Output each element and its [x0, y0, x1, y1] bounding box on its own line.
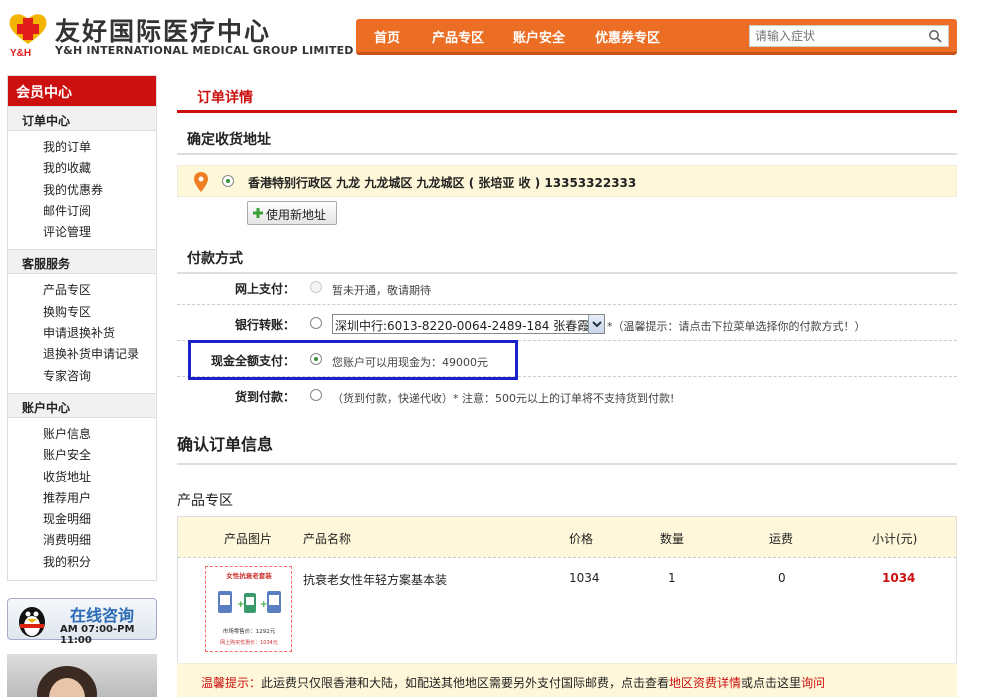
payment-label-online: 网上支付： — [234, 282, 295, 296]
nav-item-coupons[interactable]: 优惠券专区 — [595, 27, 660, 46]
col-header-shipping: 运费 — [769, 532, 794, 546]
product-shipping: 0 — [778, 571, 786, 585]
sidebar-item-shipping-address[interactable]: 收货地址 — [43, 467, 156, 488]
shipping-notice: 温馨提示：此运费只仅限香港和大陆，如配送其他地区需要另外支付国际邮费，点击查看地… — [177, 663, 957, 697]
page-title-bar: 订单详情 — [177, 75, 957, 113]
person-photo-icon — [37, 666, 97, 697]
payment-option-online: 网上支付： 暂未开通，敬请期待 — [177, 270, 957, 305]
payment-radio-cod[interactable] — [310, 389, 322, 401]
sidebar-item-account-info[interactable]: 账户信息 — [43, 424, 156, 445]
sidebar-item-my-orders[interactable]: 我的订单 — [43, 137, 156, 158]
payment-text-online: 暂未开通，敬请期待 — [332, 284, 431, 297]
customer-service-photo — [7, 654, 157, 697]
products-heading: 产品专区 — [177, 493, 233, 509]
sidebar-item-return-request[interactable]: 申请退换补货 — [43, 323, 156, 344]
col-header-qty: 数量 — [660, 532, 685, 546]
payment-label-bank: 银行转账： — [234, 318, 295, 332]
penguin-icon — [19, 607, 45, 637]
product-bottles-icon: 女性抗衰老套装 + + 市场零售价：1292元 网上购买优惠价：1034元 — [218, 571, 281, 646]
top-nav: 首页 产品专区 账户安全 优惠券专区 — [356, 19, 957, 55]
svg-text:女性抗衰老套装: 女性抗衰老套装 — [226, 571, 272, 580]
search-input[interactable] — [750, 26, 920, 46]
page-title: 订单详情 — [197, 90, 253, 106]
product-name-link[interactable]: 抗衰老女性年轻方案基本装 — [303, 571, 447, 588]
sidebar-item-exchange-zone[interactable]: 换购专区 — [43, 302, 156, 323]
svg-text:Y&H: Y&H — [10, 48, 31, 58]
sidebar-section-service: 客服服务 — [8, 249, 156, 275]
notice-prefix: 温馨提示： — [201, 676, 262, 690]
svg-text:市场零售价：1292元: 市场零售价：1292元 — [223, 627, 276, 635]
product-image[interactable]: 女性抗衰老套装 + + 市场零售价：1292元 网上购买优惠价：1034元 — [205, 566, 292, 652]
location-pin-icon — [194, 172, 208, 192]
address-heading: 确定收货地址 — [177, 129, 957, 155]
online-consult-title: 在线咨询 — [70, 606, 135, 625]
search-box — [749, 25, 949, 47]
nav-item-home[interactable]: 首页 — [374, 27, 400, 46]
sidebar-item-cash-details[interactable]: 现金明细 — [43, 509, 156, 530]
product-qty: 1 — [668, 571, 676, 585]
address-radio[interactable] — [222, 175, 234, 187]
use-new-address-label: 使用新地址 — [266, 208, 327, 222]
payment-radio-online — [310, 281, 322, 293]
col-header-subtotal: 小计(元) — [872, 532, 918, 546]
address-row[interactable]: 香港特别行政区 九龙 九龙城区 九龙城区 ( 张培亚 收 ) 133533223… — [177, 165, 957, 197]
sidebar-section-orders: 订单中心 — [8, 106, 156, 131]
sidebar-item-coupons[interactable]: 我的优惠券 — [43, 180, 156, 201]
sidebar-item-expert-consult[interactable]: 专家咨询 — [43, 366, 156, 387]
bank-select-value: 深圳中行:6013-8220-0064-2489-184 张春霞 — [335, 319, 590, 333]
sidebar-title: 会员中心 — [8, 76, 156, 106]
sidebar-item-return-records[interactable]: 退换补货申请记录 — [43, 344, 156, 365]
sidebar-item-reviews[interactable]: 评论管理 — [43, 222, 156, 243]
chevron-down-icon[interactable] — [588, 315, 604, 333]
heart-cross-logo-icon: Y&H — [9, 14, 47, 58]
brand-name-cn: 友好国际医疗中心 — [55, 17, 272, 46]
table-row: 女性抗衰老套装 + + 市场零售价：1292元 网上购买优惠价：1034元 抗衰… — [178, 557, 956, 663]
plus-icon — [253, 208, 263, 218]
product-subtotal: 1034 — [882, 571, 916, 585]
payment-text-cod: （货到付款，快递代收）* 注意：500元以上的订单将不支持货到付款! — [332, 392, 675, 405]
confirm-order-heading: 确认订单信息 — [177, 431, 957, 465]
payment-label-cod: 货到付款： — [234, 390, 295, 404]
member-sidebar: 会员中心 订单中心 我的订单 我的收藏 我的优惠券 邮件订阅 评论管理 客服服务… — [7, 75, 157, 581]
search-icon[interactable] — [928, 29, 942, 43]
bank-transfer-note: *（温馨提示：请点击下拉菜单选择你的付款方式！） — [607, 320, 866, 333]
svg-text:+: + — [260, 600, 268, 610]
col-header-image: 产品图片 — [224, 532, 273, 546]
svg-text:+: + — [237, 600, 245, 610]
bank-account-select[interactable]: 深圳中行:6013-8220-0064-2489-184 张春霞 — [332, 314, 605, 334]
order-products-table: 产品图片 产品名称 价格 数量 运费 小计(元) 女性抗衰老套装 + + 市场零… — [177, 516, 957, 664]
table-header-row: 产品图片 产品名称 价格 数量 运费 小计(元) — [178, 517, 956, 557]
sidebar-item-products[interactable]: 产品专区 — [43, 280, 156, 301]
online-consult-hours: AM 07:00-PM 11:00 — [60, 624, 135, 646]
sidebar-item-spending-details[interactable]: 消费明细 — [43, 530, 156, 551]
nav-item-products[interactable]: 产品专区 — [432, 27, 484, 46]
svg-text:网上购买优惠价：1034元: 网上购买优惠价：1034元 — [220, 639, 278, 646]
selection-highlight-box — [188, 340, 518, 380]
notice-mid: 或点击这里 — [741, 676, 802, 690]
sidebar-item-email-subscription[interactable]: 邮件订阅 — [43, 201, 156, 222]
product-price: 1034 — [569, 571, 600, 585]
sidebar-item-favorites[interactable]: 我的收藏 — [43, 158, 156, 179]
payment-option-cod: 货到付款： （货到付款，快递代收）* 注意：500元以上的订单将不支持货到付款! — [177, 378, 957, 413]
inquiry-link[interactable]: 询问 — [801, 676, 825, 690]
col-header-name: 产品名称 — [303, 532, 352, 546]
sidebar-item-points[interactable]: 我的积分 — [43, 552, 156, 573]
address-text: 香港特别行政区 九龙 九龙城区 九龙城区 ( 张培亚 收 ) 133533223… — [248, 176, 637, 190]
sidebar-section-account: 账户中心 — [8, 392, 156, 418]
sidebar-item-account-security[interactable]: 账户安全 — [43, 445, 156, 466]
use-new-address-button[interactable]: 使用新地址 — [247, 201, 337, 225]
online-consult-button[interactable]: 在线咨询 AM 07:00-PM 11:00 — [7, 598, 157, 646]
col-header-price: 价格 — [569, 532, 594, 546]
nav-item-account-security[interactable]: 账户安全 — [513, 27, 565, 46]
brand-name-en: Y&H INTERNATIONAL MEDICAL GROUP LIMITED — [55, 44, 354, 57]
payment-radio-bank[interactable] — [310, 317, 322, 329]
notice-text: 此运费只仅限香港和大陆，如配送其他地区需要另外支付国际邮费，点击查看 — [261, 676, 670, 690]
sidebar-item-referrals[interactable]: 推荐用户 — [43, 488, 156, 509]
rate-details-link[interactable]: 地区资费详情 — [669, 676, 741, 690]
payment-option-bank: 银行转账： 深圳中行:6013-8220-0064-2489-184 张春霞 *… — [177, 306, 957, 341]
